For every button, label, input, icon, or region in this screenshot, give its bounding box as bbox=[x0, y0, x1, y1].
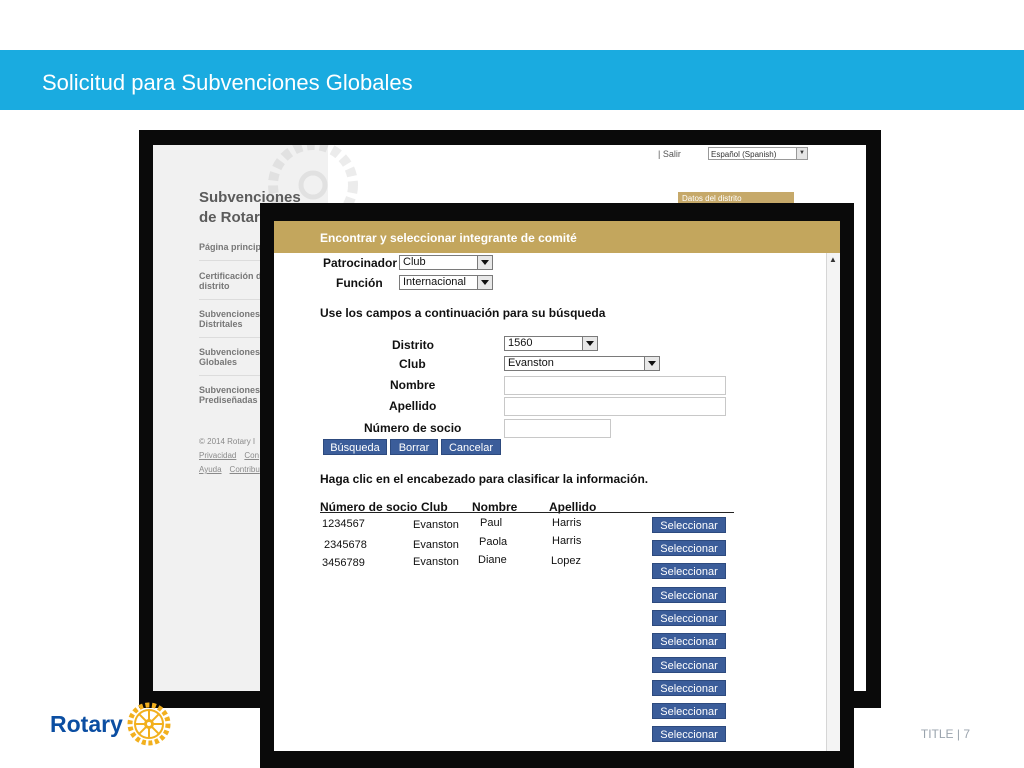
dialog-scrollbar[interactable]: ▲ bbox=[826, 253, 840, 751]
search-button[interactable]: Búsqueda bbox=[323, 439, 387, 455]
back-nav-label: Subvenciones bbox=[199, 347, 261, 357]
back-footer-links-1: Privacidad Con bbox=[199, 451, 267, 460]
cell-member-number: 1234567 bbox=[322, 518, 365, 530]
socio-field[interactable] bbox=[504, 419, 611, 438]
chevron-down-icon bbox=[644, 357, 659, 370]
rotary-logo: Rotary bbox=[50, 702, 171, 746]
cell-last-name: Lopez bbox=[551, 555, 581, 567]
distrito-select[interactable]: 1560 bbox=[504, 336, 598, 351]
cell-member-number: 3456789 bbox=[322, 557, 365, 569]
select-button[interactable]: Seleccionar bbox=[652, 587, 726, 603]
cell-first-name: Diane bbox=[478, 554, 507, 566]
back-footer-links-2: Ayuda Contribu bbox=[199, 465, 268, 474]
select-button[interactable]: Seleccionar bbox=[652, 657, 726, 673]
select-button[interactable]: Seleccionar bbox=[652, 563, 726, 579]
search-instruction: Use los campos a continuación para su bú… bbox=[320, 306, 606, 320]
funcion-select[interactable]: Internacional bbox=[399, 275, 493, 290]
funcion-label: Función bbox=[336, 276, 383, 290]
contribute-link[interactable]: Contribu bbox=[230, 465, 260, 474]
back-brand-line2: de Rotar bbox=[199, 209, 260, 226]
slide-title: Solicitud para Subvenciones Globales bbox=[42, 70, 413, 95]
club-value: Evanston bbox=[508, 357, 554, 369]
cell-club: Evanston bbox=[413, 556, 459, 568]
search-dialog: Encontrar y seleccionar integrante de co… bbox=[274, 221, 840, 751]
back-nav-label: Prediseñadas bbox=[199, 395, 258, 405]
nombre-field[interactable] bbox=[504, 376, 726, 395]
cell-last-name: Harris bbox=[552, 517, 582, 529]
funcion-value: Internacional bbox=[403, 276, 466, 288]
language-value: Español (Spanish) bbox=[711, 150, 777, 159]
chevron-down-icon bbox=[477, 276, 492, 289]
select-button[interactable]: Seleccionar bbox=[652, 610, 726, 626]
back-language-select[interactable]: Español (Spanish) ▼ bbox=[708, 147, 808, 160]
nombre-label: Nombre bbox=[390, 378, 436, 392]
back-nav-label: Distritales bbox=[199, 319, 243, 329]
chevron-down-icon bbox=[477, 256, 492, 269]
chevron-down-icon bbox=[582, 337, 597, 350]
cell-member-number: 2345678 bbox=[324, 539, 367, 551]
socio-label: Número de socio bbox=[364, 421, 462, 435]
back-nav-label: Subvenciones bbox=[199, 385, 261, 395]
slide-footer-label: TITLE | 7 bbox=[920, 727, 970, 741]
back-nav-label: Globales bbox=[199, 357, 238, 367]
conditions-link[interactable]: Con bbox=[244, 451, 259, 460]
back-nav-label: Página princip bbox=[199, 242, 262, 252]
distrito-value: 1560 bbox=[508, 337, 533, 349]
patrocinador-label: Patrocinador bbox=[323, 256, 398, 270]
back-nav-label: distrito bbox=[199, 281, 230, 291]
distrito-label: Distrito bbox=[392, 338, 434, 352]
cell-club: Evanston bbox=[413, 539, 459, 551]
privacy-link[interactable]: Privacidad bbox=[199, 451, 236, 460]
chevron-down-icon: ▼ bbox=[796, 148, 807, 159]
dialog-title: Encontrar y seleccionar integrante de co… bbox=[320, 231, 577, 245]
cancel-button[interactable]: Cancelar bbox=[441, 439, 501, 455]
select-button[interactable]: Seleccionar bbox=[652, 703, 726, 719]
dialog-titlebar: Encontrar y seleccionar integrante de co… bbox=[274, 221, 840, 253]
select-button[interactable]: Seleccionar bbox=[652, 517, 726, 533]
select-button[interactable]: Seleccionar bbox=[652, 680, 726, 696]
rotary-wheel-icon bbox=[127, 702, 171, 746]
select-button[interactable]: Seleccionar bbox=[652, 633, 726, 649]
scroll-up-icon[interactable]: ▲ bbox=[829, 255, 837, 264]
help-link[interactable]: Ayuda bbox=[199, 465, 222, 474]
select-button[interactable]: Seleccionar bbox=[652, 726, 726, 742]
cell-first-name: Paul bbox=[480, 517, 503, 529]
cell-first-name: Paola bbox=[479, 536, 508, 548]
apellido-label: Apellido bbox=[389, 399, 437, 413]
patrocinador-value: Club bbox=[403, 256, 426, 268]
clear-button[interactable]: Borrar bbox=[390, 439, 438, 455]
apellido-field[interactable] bbox=[504, 397, 726, 416]
back-copyright: © 2014 Rotary I bbox=[199, 437, 256, 446]
table-header-rule bbox=[320, 512, 734, 513]
cell-club: Evanston bbox=[413, 519, 459, 531]
back-nav-label: Certificación d bbox=[199, 271, 262, 281]
sort-hint: Haga clic en el encabezado para clasific… bbox=[320, 472, 649, 486]
club-select[interactable]: Evanston bbox=[504, 356, 660, 371]
back-nav-label: Subvenciones bbox=[199, 309, 261, 319]
patrocinador-select[interactable]: Club bbox=[399, 255, 493, 270]
cell-last-name: Harris bbox=[552, 535, 582, 547]
club-label: Club bbox=[399, 357, 426, 371]
back-salir-link[interactable]: | Salir bbox=[658, 149, 681, 159]
select-button[interactable]: Seleccionar bbox=[652, 540, 726, 556]
rotary-wordmark: Rotary bbox=[50, 710, 123, 737]
